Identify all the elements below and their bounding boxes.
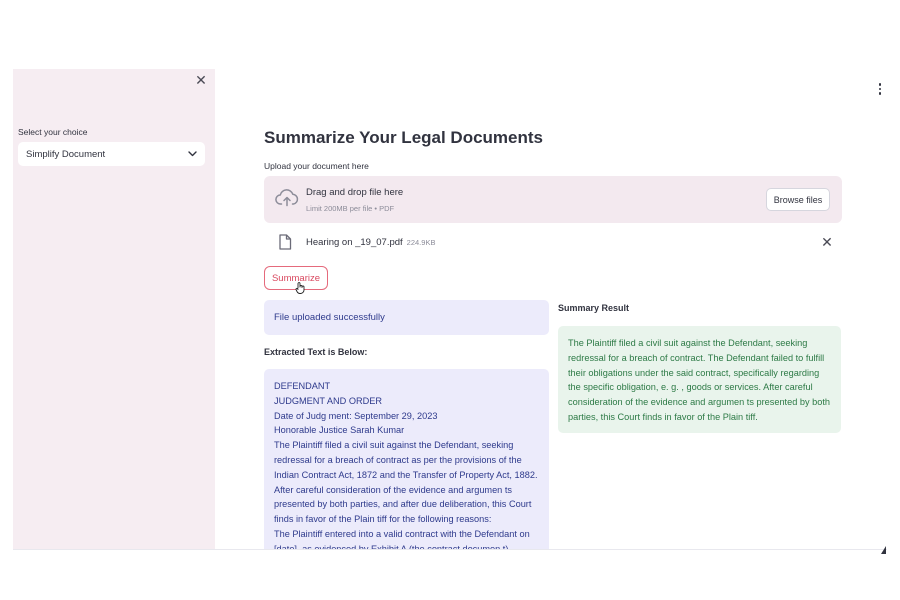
extracted-text-heading: Extracted Text is Below: <box>264 347 368 357</box>
extracted-text-box: DEFENDANT JUDGMENT AND ORDER Date of Jud… <box>264 369 549 550</box>
summary-line: The Plaintiff filed a civil suit against… <box>568 338 808 348</box>
success-message: File uploaded successfully <box>274 312 385 323</box>
extracted-line: DEFENDANT <box>274 381 331 391</box>
sidebar-close-icon[interactable]: ✕ <box>194 73 208 87</box>
kebab-menu-icon[interactable] <box>875 81 885 97</box>
resize-handle-icon <box>881 541 887 554</box>
dropzone-title: Drag and drop file here <box>306 187 404 198</box>
summary-line: redressal for a breach of contract. The … <box>568 352 825 363</box>
cloud-upload-icon <box>275 188 299 208</box>
extracted-line: [date], as evidenced by Exhibit A (the c… <box>274 543 511 550</box>
extracted-line: presented by both parties, and after due… <box>274 499 532 510</box>
choice-select-value: Simplify Document <box>26 148 106 160</box>
choice-select[interactable]: Simplify Document <box>18 142 205 166</box>
browse-files-button[interactable]: Browse files <box>766 188 830 211</box>
extracted-line: Honorable Justice Sarah Kumar <box>274 425 405 436</box>
summary-result-heading: Summary Result <box>558 303 630 313</box>
remove-file-icon[interactable]: ✕ <box>820 235 834 249</box>
file-icon <box>278 234 292 250</box>
select-label: Select your choice <box>18 127 88 137</box>
extracted-line: Date of Judg ment: September 29, 2023 <box>274 410 438 421</box>
file-size: 224.9KB <box>406 238 436 247</box>
summary-line: the specific obligation, e. g. , goods o… <box>568 382 813 393</box>
extracted-line: Indian Contract Act, 1872 and the Transf… <box>274 469 538 480</box>
sidebar: ✕ Select your choice Simplify Document <box>13 69 215 549</box>
extracted-line: After careful consideration of the evide… <box>274 484 512 495</box>
upload-label: Upload your document here <box>264 161 369 171</box>
summary-result-box: The Plaintiff filed a civil suit against… <box>558 326 841 433</box>
file-name: Hearing on _19_07.pdf 224.9KB <box>306 237 435 248</box>
summary-line: consideration of the evidence and argume… <box>568 397 831 408</box>
upload-success-alert: File uploaded successfully <box>264 300 549 335</box>
uploaded-file-row: Hearing on _19_07.pdf 224.9KB ✕ <box>275 233 842 253</box>
extracted-line: The Plaintiff entered into a valid contr… <box>274 528 530 539</box>
app-window: ✕ Select your choice Simplify Document S… <box>13 69 887 550</box>
extracted-line: redressal for a breach of contract as pe… <box>274 454 522 465</box>
hand-cursor-icon <box>295 281 305 294</box>
summary-line: their obligations under the said contrac… <box>568 367 820 378</box>
file-name-text: Hearing on _19_07.pdf <box>306 237 403 248</box>
summary-line: parties, this Court finds in favor of th… <box>568 411 758 422</box>
extracted-line: The Plaintiff filed a civil suit against… <box>274 440 514 451</box>
page-title: Summarize Your Legal Documents <box>264 128 543 147</box>
extracted-line: JUDGMENT AND ORDER <box>274 395 383 406</box>
file-dropzone[interactable]: Drag and drop file here Limit 200MB per … <box>264 176 842 223</box>
dropzone-limit: Limit 200MB per file • PDF <box>306 204 395 213</box>
extracted-line: finds in favor of the Plain tiff for the… <box>274 514 492 525</box>
chevron-down-icon <box>187 149 197 159</box>
